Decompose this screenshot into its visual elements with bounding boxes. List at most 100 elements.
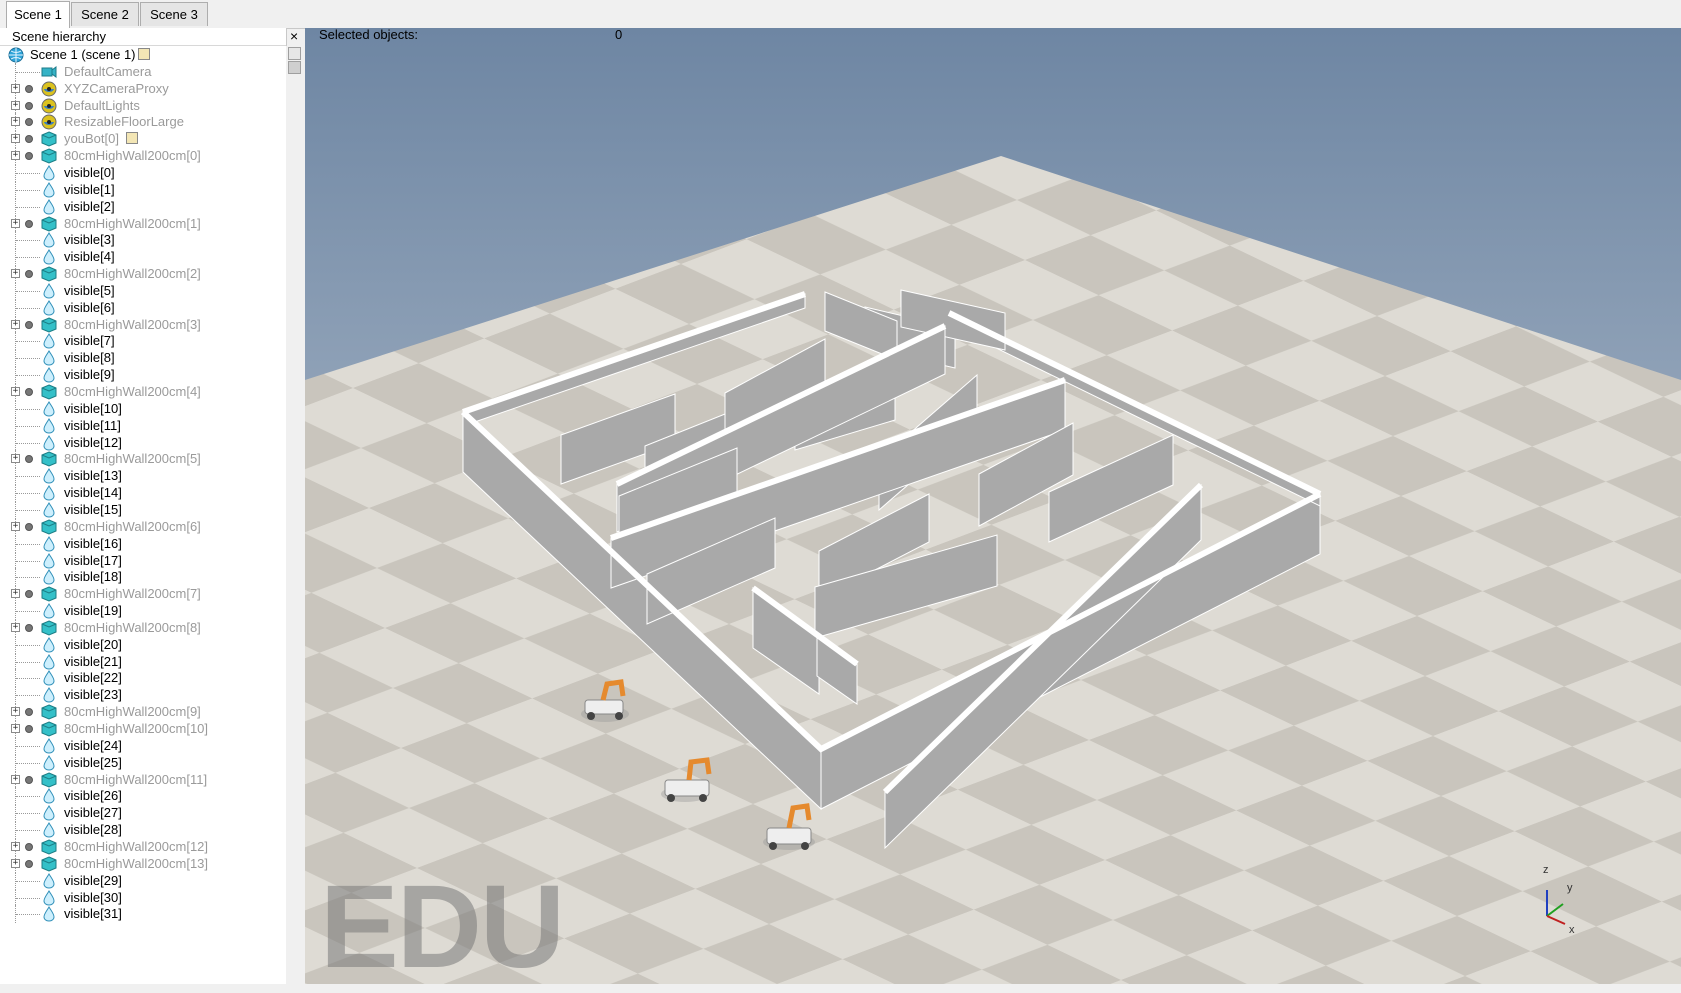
scene-viewport[interactable]: z y x [305,28,1681,984]
tree-item-object[interactable]: +80cmHighWall200cm[10] [0,720,286,738]
tree-item-visible[interactable]: visible[24] [0,737,286,755]
tree-item-object[interactable]: +80cmHighWall200cm[5] [0,450,286,468]
droplet-icon [43,199,55,215]
tree-item-visible[interactable]: visible[22] [0,669,286,687]
tree-item-visible[interactable]: visible[29] [0,872,286,890]
expand-toggle-icon[interactable]: + [11,842,20,851]
tree-item-object[interactable]: +80cmHighWall200cm[9] [0,703,286,721]
expand-toggle-icon[interactable]: + [11,623,20,632]
visibility-dot-icon[interactable] [25,85,33,93]
expand-toggle-icon[interactable]: + [11,859,20,868]
expand-toggle-icon[interactable]: + [11,151,20,160]
tree-item-object[interactable]: + ResizableFloorLarge [0,113,286,131]
tree-item-visible[interactable]: visible[4] [0,248,286,266]
tree-item-object[interactable]: +80cmHighWall200cm[0] [0,147,286,165]
tab-scene-3[interactable]: Scene 3 [140,2,208,26]
tree-item-visible[interactable]: visible[10] [0,400,286,418]
visibility-dot-icon[interactable] [25,102,33,110]
tree-item-visible[interactable]: visible[2] [0,198,286,216]
tree-item-visible[interactable]: visible[16] [0,535,286,553]
tree-item-visible[interactable]: visible[11] [0,417,286,435]
tree-item-visible[interactable]: visible[23] [0,686,286,704]
expand-toggle-icon[interactable]: + [11,775,20,784]
visibility-dot-icon[interactable] [25,388,33,396]
tree-item-visible[interactable]: visible[20] [0,636,286,654]
tab-scene-2[interactable]: Scene 2 [71,2,139,26]
close-icon[interactable]: × [290,28,298,44]
expand-toggle-icon[interactable]: + [11,589,20,598]
tree-item-object[interactable]: +80cmHighWall200cm[4] [0,383,286,401]
tree-item-visible[interactable]: visible[1] [0,181,286,199]
tree-line [16,898,40,899]
hierarchy-scrollbar[interactable] [286,46,306,984]
expand-toggle-icon[interactable]: + [11,84,20,93]
tree-item-label: ResizableFloorLarge [64,114,184,129]
droplet-icon [43,805,55,821]
tree-item-visible[interactable]: visible[8] [0,349,286,367]
expand-toggle-icon[interactable]: + [11,454,20,463]
visibility-dot-icon[interactable] [25,624,33,632]
tree-item-visible[interactable]: visible[6] [0,299,286,317]
expand-toggle-icon[interactable]: + [11,724,20,733]
tree-item-visible[interactable]: visible[18] [0,568,286,586]
visibility-dot-icon[interactable] [25,590,33,598]
script-icon[interactable] [126,132,138,144]
visibility-dot-icon[interactable] [25,321,33,329]
tab-scene-1[interactable]: Scene 1 [6,1,70,28]
visibility-dot-icon[interactable] [25,152,33,160]
visibility-dot-icon[interactable] [25,843,33,851]
visibility-dot-icon[interactable] [25,220,33,228]
visibility-dot-icon[interactable] [25,135,33,143]
tree-item-visible[interactable]: visible[27] [0,804,286,822]
tree-item-label: visible[29] [64,873,122,888]
tree-item-object[interactable]: +80cmHighWall200cm[8] [0,619,286,637]
tree-item-visible[interactable]: visible[25] [0,754,286,772]
tree-item-object[interactable]: +80cmHighWall200cm[7] [0,585,286,603]
visibility-dot-icon[interactable] [25,776,33,784]
tree-item-visible[interactable]: visible[0] [0,164,286,182]
tree-item-visible[interactable]: visible[5] [0,282,286,300]
tree-item-object[interactable]: +80cmHighWall200cm[13] [0,855,286,873]
tree-item-visible[interactable]: visible[31] [0,905,286,923]
visibility-dot-icon[interactable] [25,708,33,716]
visibility-dot-icon[interactable] [25,860,33,868]
tree-item-visible[interactable]: visible[13] [0,467,286,485]
tree-item-object[interactable]: +80cmHighWall200cm[6] [0,518,286,536]
tree-item-visible[interactable]: visible[15] [0,501,286,519]
scroll-up-button[interactable] [288,47,301,60]
axis-label-y: y [1567,882,1573,894]
scroll-thumb[interactable] [288,61,301,74]
expand-toggle-icon[interactable]: + [11,219,20,228]
tree-item-visible[interactable]: visible[14] [0,484,286,502]
script-icon[interactable] [138,48,150,60]
expand-toggle-icon[interactable]: + [11,101,20,110]
expand-toggle-icon[interactable]: + [11,134,20,143]
expand-toggle-icon[interactable]: + [11,117,20,126]
tree-item-visible[interactable]: visible[7] [0,332,286,350]
tree-item-visible[interactable]: visible[3] [0,231,286,249]
tree-item-object[interactable]: DefaultCamera [0,63,286,81]
tree-item-visible[interactable]: visible[26] [0,787,286,805]
tree-item-object[interactable]: +80cmHighWall200cm[12] [0,838,286,856]
tree-item-visible[interactable]: visible[9] [0,366,286,384]
tree-item-object[interactable]: + XYZCameraProxy [0,80,286,98]
tree-item-scene[interactable]: Scene 1 (scene 1) [0,46,286,64]
tree-item-object[interactable]: +80cmHighWall200cm[2] [0,265,286,283]
expand-toggle-icon[interactable]: + [11,707,20,716]
expand-toggle-icon[interactable]: + [11,269,20,278]
tree-item-object[interactable]: + youBot[0] [0,130,286,148]
tree-item-label: visible[27] [64,805,122,820]
tree-item-visible[interactable]: visible[19] [0,602,286,620]
expand-toggle-icon[interactable]: + [11,320,20,329]
shape-cube-icon [41,384,57,400]
visibility-dot-icon[interactable] [25,725,33,733]
visibility-dot-icon[interactable] [25,455,33,463]
expand-toggle-icon[interactable]: + [11,387,20,396]
expand-toggle-icon[interactable]: + [11,522,20,531]
tree-item-label: 80cmHighWall200cm[4] [64,384,201,399]
tree-item-visible[interactable]: visible[28] [0,821,286,839]
visibility-dot-icon[interactable] [25,523,33,531]
tree-item-label: visible[25] [64,755,122,770]
visibility-dot-icon[interactable] [25,118,33,126]
visibility-dot-icon[interactable] [25,270,33,278]
